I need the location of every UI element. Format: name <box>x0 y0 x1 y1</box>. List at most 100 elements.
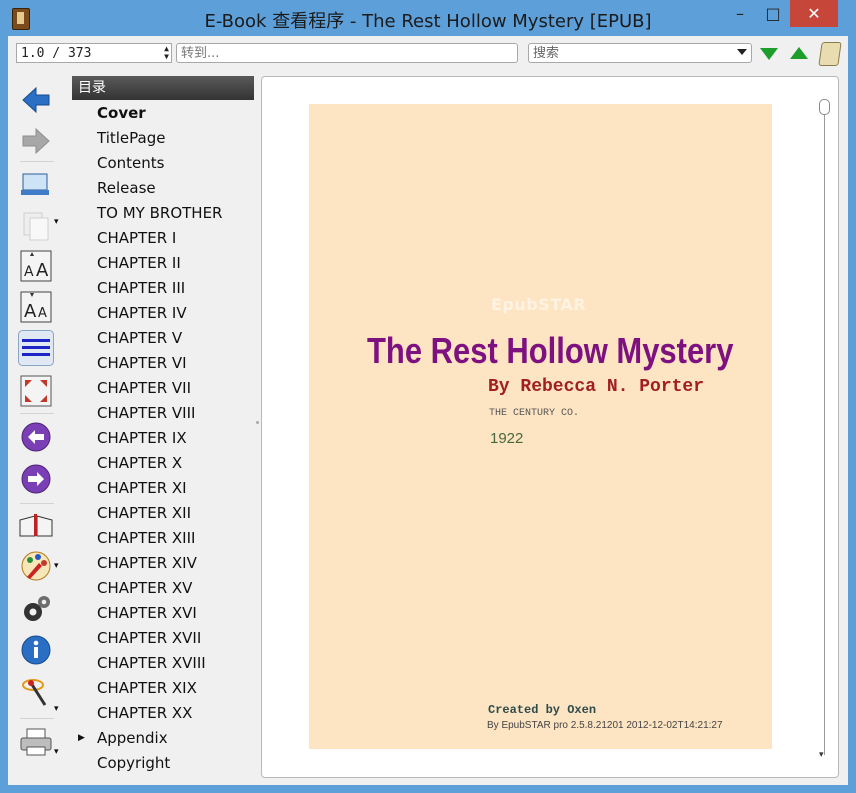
library-dropdown-icon[interactable]: ▾ <box>54 217 59 227</box>
cover-author: By Rebecca N. Porter <box>488 377 705 397</box>
previous-match-icon[interactable] <box>790 47 808 59</box>
scroll-thumb[interactable] <box>819 99 830 115</box>
toc-item-chapter[interactable]: CHAPTER XX <box>97 701 192 726</box>
font-larger-button[interactable]: AA <box>18 248 54 284</box>
toc-item-chapter[interactable]: CHAPTER VI <box>97 351 187 376</box>
print-icon <box>20 728 52 756</box>
themes-button[interactable] <box>18 548 54 584</box>
cover-producer: By EpubSTAR pro 2.5.8.21201 2012-12-02T1… <box>487 720 723 731</box>
library-button[interactable] <box>18 166 54 202</box>
next-page-icon <box>21 464 51 494</box>
svg-text:A: A <box>24 264 34 280</box>
scroll-track[interactable] <box>824 105 825 755</box>
settings-icon <box>24 596 50 621</box>
toc-item-appendix[interactable]: Appendix <box>97 726 168 751</box>
toc-item-chapter[interactable]: CHAPTER XVI <box>97 601 197 626</box>
splitter-handle[interactable] <box>256 421 259 424</box>
toc-item-chapter[interactable]: CHAPTER XVIII <box>97 651 206 676</box>
toc-item-dedication[interactable]: TO MY BROTHER <box>97 201 222 226</box>
themes-icon <box>21 551 51 581</box>
page-number-value: 1.0 / 373 <box>21 46 92 61</box>
print-button[interactable] <box>18 724 54 760</box>
toc-panel: 目录 Cover TitlePage Contents Release TO M… <box>72 76 254 785</box>
svg-text:A: A <box>36 260 49 281</box>
client-area: 1.0 / 373 ▲ ▼ 转到... 搜索 ▾ A A A A ▾ ▾ ▾ 目… <box>8 36 848 785</box>
expand-arrow-icon[interactable]: ▶ <box>78 726 85 751</box>
toc-item-chapter[interactable]: CHAPTER IV <box>97 301 187 326</box>
print-dropdown-icon[interactable]: ▾ <box>54 747 59 757</box>
font-smaller-icon: AA <box>20 291 52 323</box>
goto-input[interactable]: 转到... <box>176 43 518 63</box>
toc-header: 目录 <box>72 76 254 100</box>
toc-item-cover[interactable]: Cover <box>97 101 146 126</box>
reference-dropdown-icon[interactable]: ▾ <box>54 561 59 571</box>
separator <box>20 413 54 414</box>
reference-mode-button[interactable] <box>18 508 54 544</box>
toc-item-copyright[interactable]: Copyright <box>97 751 170 776</box>
font-smaller-button[interactable]: AA <box>18 289 54 325</box>
toc-item-release[interactable]: Release <box>97 176 156 201</box>
copy-icon <box>23 212 49 241</box>
next-match-icon[interactable] <box>760 48 778 60</box>
separator <box>20 718 54 719</box>
toc-item-chapter[interactable]: CHAPTER V <box>97 326 182 351</box>
page-number-spinbox[interactable]: 1.0 / 373 ▲ ▼ <box>16 43 172 63</box>
tweak-dropdown-icon[interactable]: ▾ <box>54 704 59 714</box>
toc-toggle-button[interactable] <box>18 330 54 366</box>
toc-item-chapter[interactable]: CHAPTER I <box>97 226 176 251</box>
cover-title: The Rest Hollow Mystery <box>367 330 734 371</box>
toc-item-chapter[interactable]: CHAPTER XIII <box>97 526 195 551</box>
chevron-down-icon[interactable] <box>737 49 747 55</box>
svg-text:A: A <box>38 306 47 321</box>
toc-item-chapter[interactable]: CHAPTER XIX <box>97 676 197 701</box>
toc-item-chapter[interactable]: CHAPTER XIV <box>97 551 197 576</box>
toc-item-chapter[interactable]: CHAPTER XVII <box>97 626 201 651</box>
cover-brand: EpubSTAR <box>491 295 587 314</box>
toc-item-chapter[interactable]: CHAPTER VII <box>97 376 191 401</box>
toc-item-chapter[interactable]: CHAPTER II <box>97 251 181 276</box>
prev-page-icon <box>21 422 51 452</box>
next-page-button[interactable] <box>18 461 54 497</box>
toc-item-chapter[interactable]: CHAPTER XV <box>97 576 192 601</box>
cover-publisher: THE CENTURY CO. <box>489 408 580 419</box>
left-toolbar: ▾ AA AA ▾ ▾ ▾ <box>8 72 70 785</box>
separator <box>20 161 54 162</box>
toc-item-chapter[interactable]: CHAPTER XII <box>97 501 191 526</box>
info-button[interactable] <box>18 632 54 668</box>
search-combobox[interactable]: 搜索 <box>528 43 752 63</box>
cover-page: EpubSTAR The Rest Hollow Mystery By Rebe… <box>309 104 772 749</box>
toc-item-chapter[interactable]: CHAPTER XI <box>97 476 187 501</box>
cover-created-by: Created by Oxen <box>488 703 597 717</box>
separator <box>20 503 54 504</box>
spin-arrows-icon[interactable]: ▲ ▼ <box>164 45 169 61</box>
toc-lines-icon <box>18 330 54 366</box>
library-icon <box>21 173 49 195</box>
toc-item-chapter[interactable]: CHAPTER IX <box>97 426 187 451</box>
fullscreen-button[interactable] <box>18 373 54 409</box>
app-window: E-Book 查看程序 - The Rest Hollow Mystery [E… <box>0 0 856 793</box>
close-button[interactable]: ✕ <box>790 0 838 27</box>
reference-mode-scroll-icon[interactable] <box>818 42 842 66</box>
vertical-scrollbar[interactable]: ▾ <box>819 93 831 769</box>
forward-button[interactable] <box>18 123 54 159</box>
tweak-button[interactable] <box>18 674 54 710</box>
maximize-button[interactable]: □ <box>758 0 788 27</box>
toc-item-chapter[interactable]: CHAPTER X <box>97 451 182 476</box>
toc-item-chapter[interactable]: CHAPTER III <box>97 276 185 301</box>
settings-button[interactable] <box>18 591 54 627</box>
toc-item-titlepage[interactable]: TitlePage <box>97 126 165 151</box>
title-bar[interactable]: E-Book 查看程序 - The Rest Hollow Mystery [E… <box>0 0 856 36</box>
font-larger-icon: AA <box>20 250 52 282</box>
reference-mode-icon <box>19 514 53 537</box>
previous-page-button[interactable] <box>18 419 54 455</box>
search-placeholder: 搜索 <box>533 46 560 61</box>
book-viewer[interactable]: EpubSTAR The Rest Hollow Mystery By Rebe… <box>261 76 839 778</box>
toc-item-contents[interactable]: Contents <box>97 151 164 176</box>
minimize-button[interactable]: – <box>722 0 758 27</box>
scroll-down-icon[interactable]: ▾ <box>819 750 824 760</box>
svg-text:A: A <box>24 301 37 322</box>
copy-button[interactable] <box>18 208 54 244</box>
back-button[interactable] <box>18 82 54 118</box>
info-icon <box>21 635 51 665</box>
toc-item-chapter[interactable]: CHAPTER VIII <box>97 401 195 426</box>
